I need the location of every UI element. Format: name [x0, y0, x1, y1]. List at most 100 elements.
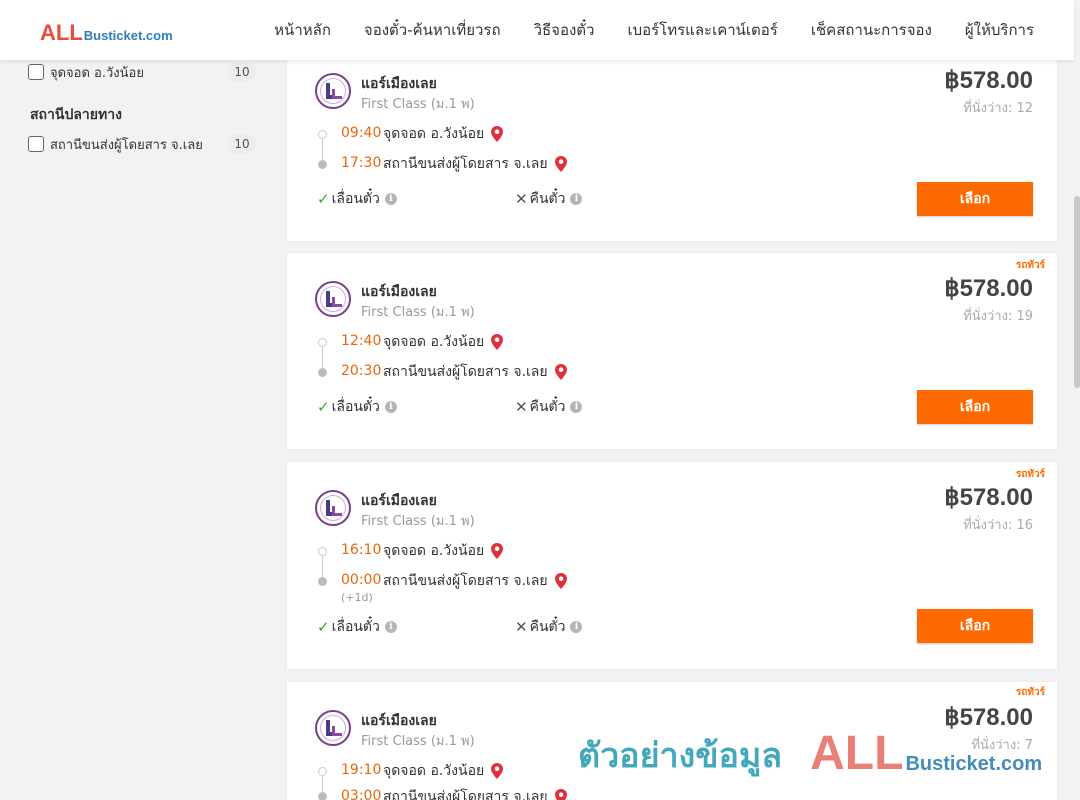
arrival-stop[interactable]: สถานีขนส่งผู้โดยสาร จ.เลย: [383, 361, 568, 383]
policy-label: คืนตั๋ว: [529, 619, 566, 635]
bus-class: First Class (ม.1 พ): [361, 305, 475, 320]
operator-name: แอร์เมืองเลย: [361, 493, 437, 509]
arrival-stop[interactable]: สถานีขนส่งผู้โดยสาร จ.เลย: [383, 786, 568, 800]
x-icon: ✕: [515, 398, 528, 416]
departure-dot-icon: [318, 767, 327, 776]
operator-name: แอร์เมืองเลย: [361, 713, 437, 729]
nav-operators[interactable]: ผู้ให้บริการ: [965, 18, 1034, 42]
policy-label: เลื่อนตั๋ว: [331, 399, 380, 415]
stop-name: สถานีขนส่งผู้โดยสาร จ.เลย: [383, 156, 548, 172]
filter-checkbox[interactable]: [28, 64, 44, 80]
bus-class: First Class (ม.1 พ): [361, 734, 475, 749]
x-icon: ✕: [515, 190, 528, 208]
page-scrollbar[interactable]: [1074, 0, 1080, 800]
check-icon: ✓: [317, 398, 330, 416]
policy-label: คืนตั๋ว: [529, 399, 566, 415]
stop-name: จุดจอด อ.วังน้อย: [383, 126, 485, 142]
bus-type-tag: รถทัวร์: [1015, 260, 1045, 271]
logo-all-text: ALL: [40, 20, 83, 45]
arrival-stop[interactable]: สถานีขนส่งผู้โดยสาร จ.เลย: [383, 153, 568, 175]
trip-card: รถทัวร์ แอร์เมืองเลย First Class (ม.1 พ)…: [286, 681, 1058, 800]
bus-class: First Class (ม.1 พ): [361, 514, 475, 529]
select-trip-button[interactable]: เลือก: [917, 390, 1033, 424]
x-icon: ✕: [515, 618, 528, 636]
seats-available: ที่นั่งว่าง: 12: [963, 101, 1033, 116]
operator-logo-icon: [315, 490, 351, 526]
info-icon[interactable]: i: [384, 621, 397, 633]
arrival-time: 20:30: [341, 363, 382, 379]
map-pin-icon[interactable]: [554, 572, 568, 590]
map-pin-icon[interactable]: [490, 125, 504, 143]
filter-checkbox[interactable]: [28, 136, 44, 152]
filter-count-badge: 10: [228, 62, 256, 82]
stop-name: จุดจอด อ.วังน้อย: [383, 543, 485, 559]
departure-time: 12:40: [341, 333, 382, 349]
departure-dot-icon: [318, 547, 327, 556]
map-pin-icon[interactable]: [554, 788, 568, 800]
departure-stop[interactable]: จุดจอด อ.วังน้อย: [383, 123, 504, 145]
policy-label: คืนตั๋ว: [529, 191, 566, 207]
filter-count-badge: 10: [228, 134, 256, 154]
map-pin-icon[interactable]: [490, 333, 504, 351]
seats-available: ที่นั่งว่าง: 16: [963, 518, 1033, 533]
policy-label: เลื่อนตั๋ว: [331, 619, 380, 635]
nav-home[interactable]: หน้าหลัก: [274, 18, 331, 42]
stop-name: จุดจอด อ.วังน้อย: [383, 763, 485, 779]
stop-name: จุดจอด อ.วังน้อย: [383, 334, 485, 350]
operator-logo-icon: [315, 281, 351, 317]
map-pin-icon[interactable]: [554, 155, 568, 173]
bus-type-tag: รถทัวร์: [1015, 687, 1045, 698]
departure-time: 19:10: [341, 762, 382, 778]
stop-name: สถานีขนส่งผู้โดยสาร จ.เลย: [383, 364, 548, 380]
departure-stop[interactable]: จุดจอด อ.วังน้อย: [383, 331, 504, 353]
nav-check-status[interactable]: เช็คสถานะการจอง: [811, 18, 932, 42]
trip-price: ฿578.00: [944, 704, 1033, 731]
check-icon: ✓: [317, 618, 330, 636]
trip-card: รถทัวร์ แอร์เมืองเลย First Class (ม.1 พ)…: [286, 252, 1058, 450]
trip-price: ฿578.00: [944, 67, 1033, 94]
departure-time: 16:10: [341, 542, 382, 558]
stop-name: สถานีขนส่งผู้โดยสาร จ.เลย: [383, 789, 548, 800]
map-pin-icon[interactable]: [554, 363, 568, 381]
site-logo[interactable]: ALL Busticket.com: [40, 18, 173, 44]
filter-destination-loei[interactable]: สถานีขนส่งผู้โดยสาร จ.เลย 10: [28, 132, 256, 156]
reschedule-policy: ✓ เลื่อนตั๋ว i: [317, 188, 397, 210]
select-trip-button[interactable]: เลือก: [917, 609, 1033, 643]
refund-policy: ✕ คืนตั๋ว i: [515, 396, 583, 418]
bus-type-tag: รถทัวร์: [1015, 469, 1045, 480]
reschedule-policy: ✓ เลื่อนตั๋ว i: [317, 396, 397, 418]
nav-how-to-book[interactable]: วิธีจองตั๋ว: [534, 18, 595, 42]
filter-origin-wangnoi[interactable]: จุดจอด อ.วังน้อย 10: [28, 60, 256, 84]
policy-label: เลื่อนตั๋ว: [331, 191, 380, 207]
seats-available: ที่นั่งว่าง: 7: [971, 738, 1033, 753]
info-icon[interactable]: i: [570, 621, 583, 633]
operator-logo-icon: [315, 710, 351, 746]
select-trip-button[interactable]: เลือก: [917, 182, 1033, 216]
map-pin-icon[interactable]: [490, 762, 504, 780]
info-icon[interactable]: i: [384, 193, 397, 205]
arrival-time: 03:00: [341, 788, 382, 800]
check-icon: ✓: [317, 190, 330, 208]
map-pin-icon[interactable]: [490, 542, 504, 560]
main-nav: หน้าหลัก จองตั๋ว-ค้นหาเที่ยวรถ วิธีจองตั…: [241, 0, 1034, 60]
trip-card: รถทัวร์ แอร์เมืองเลย First Class (ม.1 พ)…: [286, 461, 1058, 670]
departure-stop[interactable]: จุดจอด อ.วังน้อย: [383, 760, 504, 782]
departure-stop[interactable]: จุดจอด อ.วังน้อย: [383, 540, 504, 562]
info-icon[interactable]: i: [570, 193, 583, 205]
scrollbar-thumb[interactable]: [1074, 196, 1080, 388]
reschedule-policy: ✓ เลื่อนตั๋ว i: [317, 616, 397, 638]
operator-name: แอร์เมืองเลย: [361, 76, 437, 92]
seats-available: ที่นั่งว่าง: 19: [963, 309, 1033, 324]
operator-logo-icon: [315, 73, 351, 109]
nav-phone-counter[interactable]: เบอร์โทรและเคาน์เตอร์: [627, 18, 777, 42]
info-icon[interactable]: i: [570, 401, 583, 413]
trip-price: ฿578.00: [944, 484, 1033, 511]
arrival-dot-icon: [318, 368, 327, 377]
arrival-stop[interactable]: สถานีขนส่งผู้โดยสาร จ.เลย: [383, 570, 568, 592]
arrival-time: 00:00: [341, 572, 382, 588]
arrival-dot-icon: [318, 160, 327, 169]
trip-card: แอร์เมืองเลย First Class (ม.1 พ) ฿578.00…: [286, 58, 1058, 242]
departure-time: 09:40: [341, 125, 382, 141]
nav-book-search[interactable]: จองตั๋ว-ค้นหาเที่ยวรถ: [364, 18, 501, 42]
info-icon[interactable]: i: [384, 401, 397, 413]
